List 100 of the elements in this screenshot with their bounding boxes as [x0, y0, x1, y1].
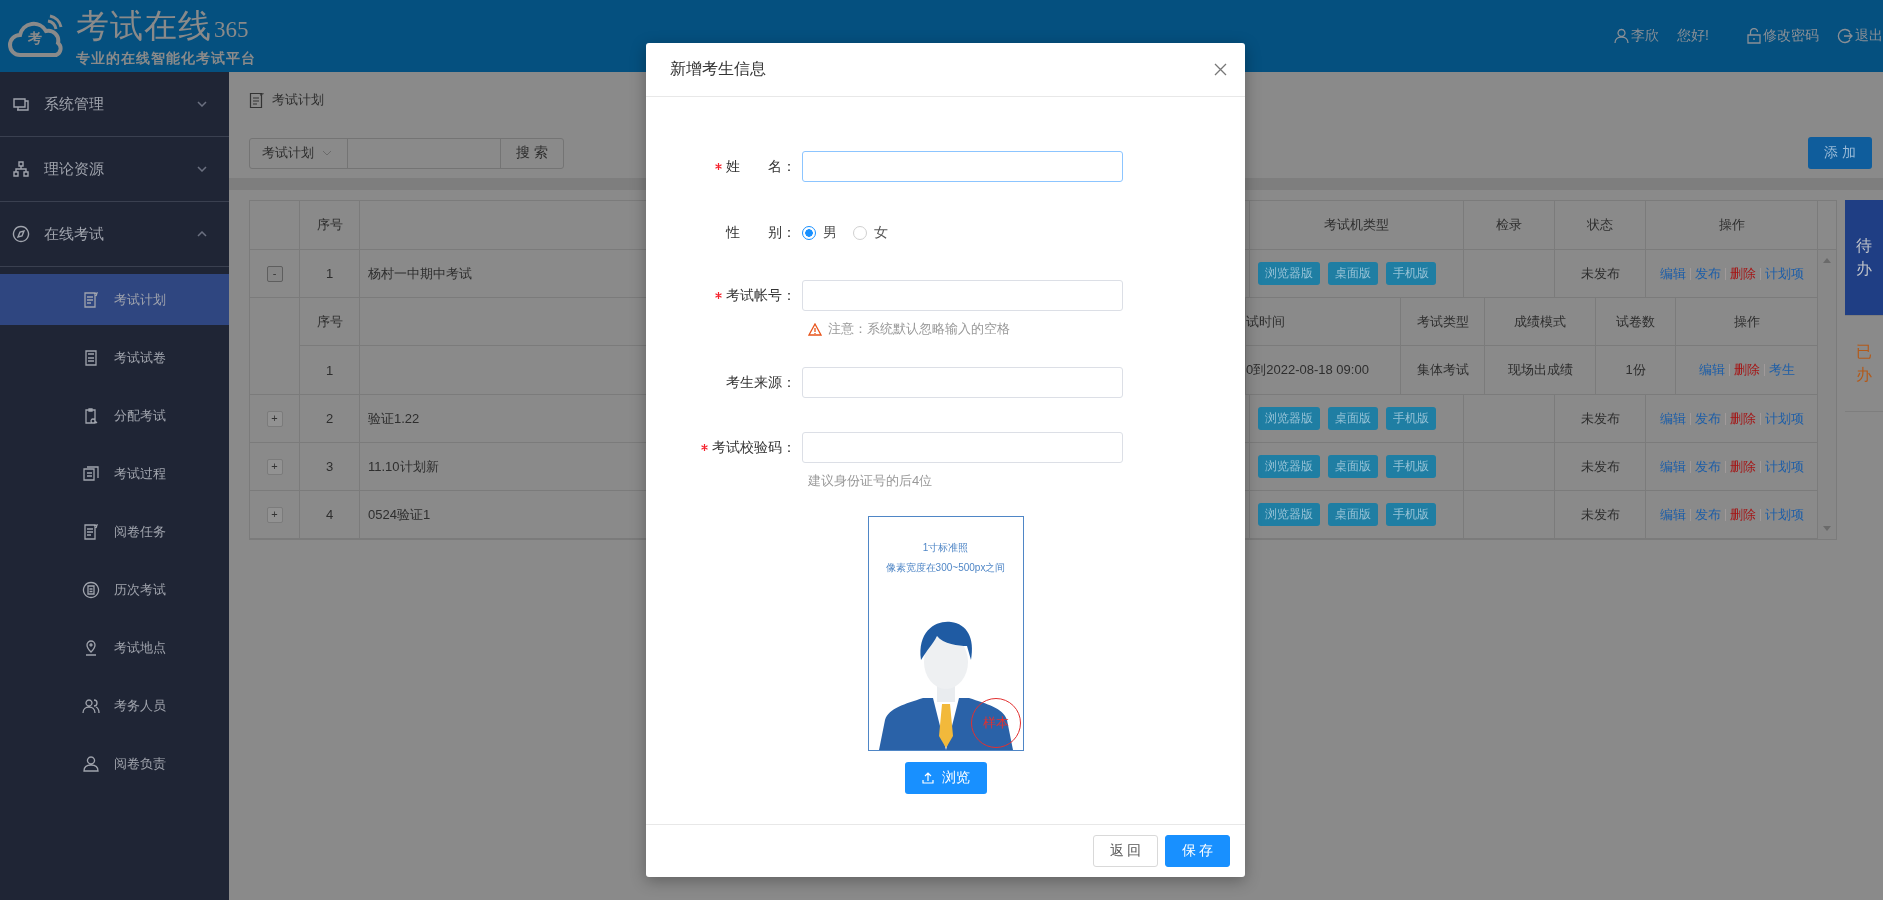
menu-item[interactable]: 考试过程: [0, 448, 229, 499]
action-link[interactable]: 计划项: [1764, 409, 1804, 428]
user-name[interactable]: 李欣: [1631, 27, 1660, 45]
history-icon: [82, 580, 100, 599]
action-link[interactable]: 计划项: [1764, 505, 1804, 524]
side-tab[interactable]: 待办: [1845, 200, 1883, 316]
stacked-documents-icon: [82, 464, 100, 483]
menu-item[interactable]: 考试地点: [0, 622, 229, 673]
action-link[interactable]: 发布: [1694, 457, 1721, 476]
person-icon: [82, 754, 100, 773]
table-cell: 4: [300, 491, 360, 538]
table-cell: 1份: [1596, 346, 1676, 394]
column-header: 序号: [300, 298, 360, 345]
chevron-down-icon: [197, 166, 207, 172]
menu-group[interactable]: 理论资源: [0, 137, 229, 202]
radio-circle[interactable]: [802, 225, 816, 240]
action-link[interactable]: 编辑: [1659, 457, 1686, 476]
action-link[interactable]: 计划项: [1764, 457, 1804, 476]
client-tag: 浏览器版: [1258, 455, 1320, 478]
category-select[interactable]: 考试计划: [250, 138, 348, 168]
add-button[interactable]: 添 加: [1808, 137, 1872, 169]
action-link[interactable]: 编辑: [1659, 505, 1686, 524]
menu-group[interactable]: 在线考试: [0, 202, 229, 267]
menu-item[interactable]: 阅卷负责: [0, 738, 229, 789]
table-cell: 现场出成绩: [1485, 346, 1596, 394]
client-tag: 浏览器版: [1258, 262, 1320, 285]
input-field[interactable]: [802, 151, 1123, 182]
client-tag: 手机版: [1386, 455, 1436, 478]
expand-toggle[interactable]: +: [266, 410, 283, 427]
input-field[interactable]: [802, 432, 1123, 463]
search-bar[interactable]: 考试计划 搜 索: [249, 137, 564, 169]
column-header: 状态: [1555, 201, 1646, 249]
action-link[interactable]: 发布: [1694, 409, 1721, 428]
logout-link[interactable]: 退出: [1855, 27, 1883, 45]
expand-toggle[interactable]: +: [266, 458, 283, 475]
table-cell: 未发布: [1555, 395, 1646, 442]
hint-text: 建议身份证号的后4位: [808, 472, 933, 490]
client-tag: 手机版: [1386, 262, 1436, 285]
action-link[interactable]: 编辑: [1659, 264, 1686, 283]
chevron-down-icon: [197, 101, 207, 107]
close-icon[interactable]: [1214, 63, 1227, 76]
lock-icon: [1747, 28, 1761, 44]
table-cell: 1: [300, 250, 360, 297]
change-password-link[interactable]: 修改密码: [1763, 27, 1819, 45]
client-tag: 桌面版: [1328, 262, 1378, 285]
client-tag: 浏览器版: [1258, 503, 1320, 526]
action-link[interactable]: 删除: [1729, 505, 1756, 524]
column-header: 操作: [1646, 201, 1818, 249]
paper-icon: [82, 348, 100, 367]
edit-document-icon: [82, 290, 100, 309]
action-link[interactable]: 删除: [1729, 457, 1756, 476]
action-link[interactable]: 删除: [1729, 409, 1756, 428]
expand-toggle[interactable]: +: [266, 506, 283, 523]
table-cell: 未发布: [1555, 250, 1646, 297]
scroll-down-icon[interactable]: [1823, 526, 1831, 531]
table-cell: 未发布: [1555, 491, 1646, 538]
column-header: 成绩模式: [1485, 298, 1596, 345]
table-cell: 0到2022-08-18 09:00: [1246, 346, 1401, 394]
action-link[interactable]: 编辑: [1659, 409, 1686, 428]
action-link[interactable]: 考生: [1768, 361, 1795, 379]
action-link[interactable]: 发布: [1694, 264, 1721, 283]
compass-icon: [12, 225, 30, 243]
client-tag: 桌面版: [1328, 503, 1378, 526]
logo-number: 365: [214, 17, 249, 43]
expand-toggle[interactable]: -: [266, 265, 283, 282]
input-field[interactable]: [802, 367, 1123, 398]
radio-option[interactable]: 女: [853, 223, 888, 242]
user-icon: [1614, 28, 1630, 44]
action-link[interactable]: 删除: [1729, 264, 1756, 283]
menu-item[interactable]: 考试试卷: [0, 332, 229, 383]
dialog-title: 新增考生信息: [670, 59, 766, 79]
field-label: 考生来源：: [726, 373, 796, 392]
menu-item[interactable]: 分配考试: [0, 390, 229, 441]
client-tag: 桌面版: [1328, 407, 1378, 430]
logo-letter: 考: [28, 30, 42, 48]
upload-icon: [921, 772, 934, 784]
browse-button[interactable]: 浏览: [904, 762, 987, 794]
menu-item[interactable]: 考务人员: [0, 680, 229, 731]
action-link[interactable]: 编辑: [1698, 361, 1725, 379]
client-tag: 浏览器版: [1258, 407, 1320, 430]
menu-item[interactable]: 历次考试: [0, 564, 229, 615]
menu-item[interactable]: 考试计划: [0, 274, 229, 325]
back-button[interactable]: 返 回: [1093, 835, 1158, 867]
input-field[interactable]: [802, 280, 1123, 311]
column-header: 序号: [300, 201, 360, 249]
menu-item[interactable]: 阅卷任务: [0, 506, 229, 557]
scroll-up-icon[interactable]: [1823, 258, 1831, 263]
action-link[interactable]: 删除: [1733, 361, 1760, 379]
menu-group[interactable]: 系统管理: [0, 72, 229, 137]
client-tag: 手机版: [1386, 407, 1436, 430]
search-button[interactable]: 搜 索: [501, 138, 563, 168]
field-label: 姓 名：: [726, 157, 796, 176]
action-link[interactable]: 计划项: [1764, 264, 1804, 283]
action-link[interactable]: 发布: [1694, 505, 1721, 524]
sitemap-icon: [12, 160, 30, 178]
photo-caption: 1寸标准照: [922, 541, 969, 555]
save-button[interactable]: 保 存: [1165, 835, 1230, 867]
breadcrumb-text: 考试计划: [272, 91, 324, 109]
radio-option[interactable]: 男: [802, 223, 837, 242]
edit-document-icon: [249, 91, 265, 109]
